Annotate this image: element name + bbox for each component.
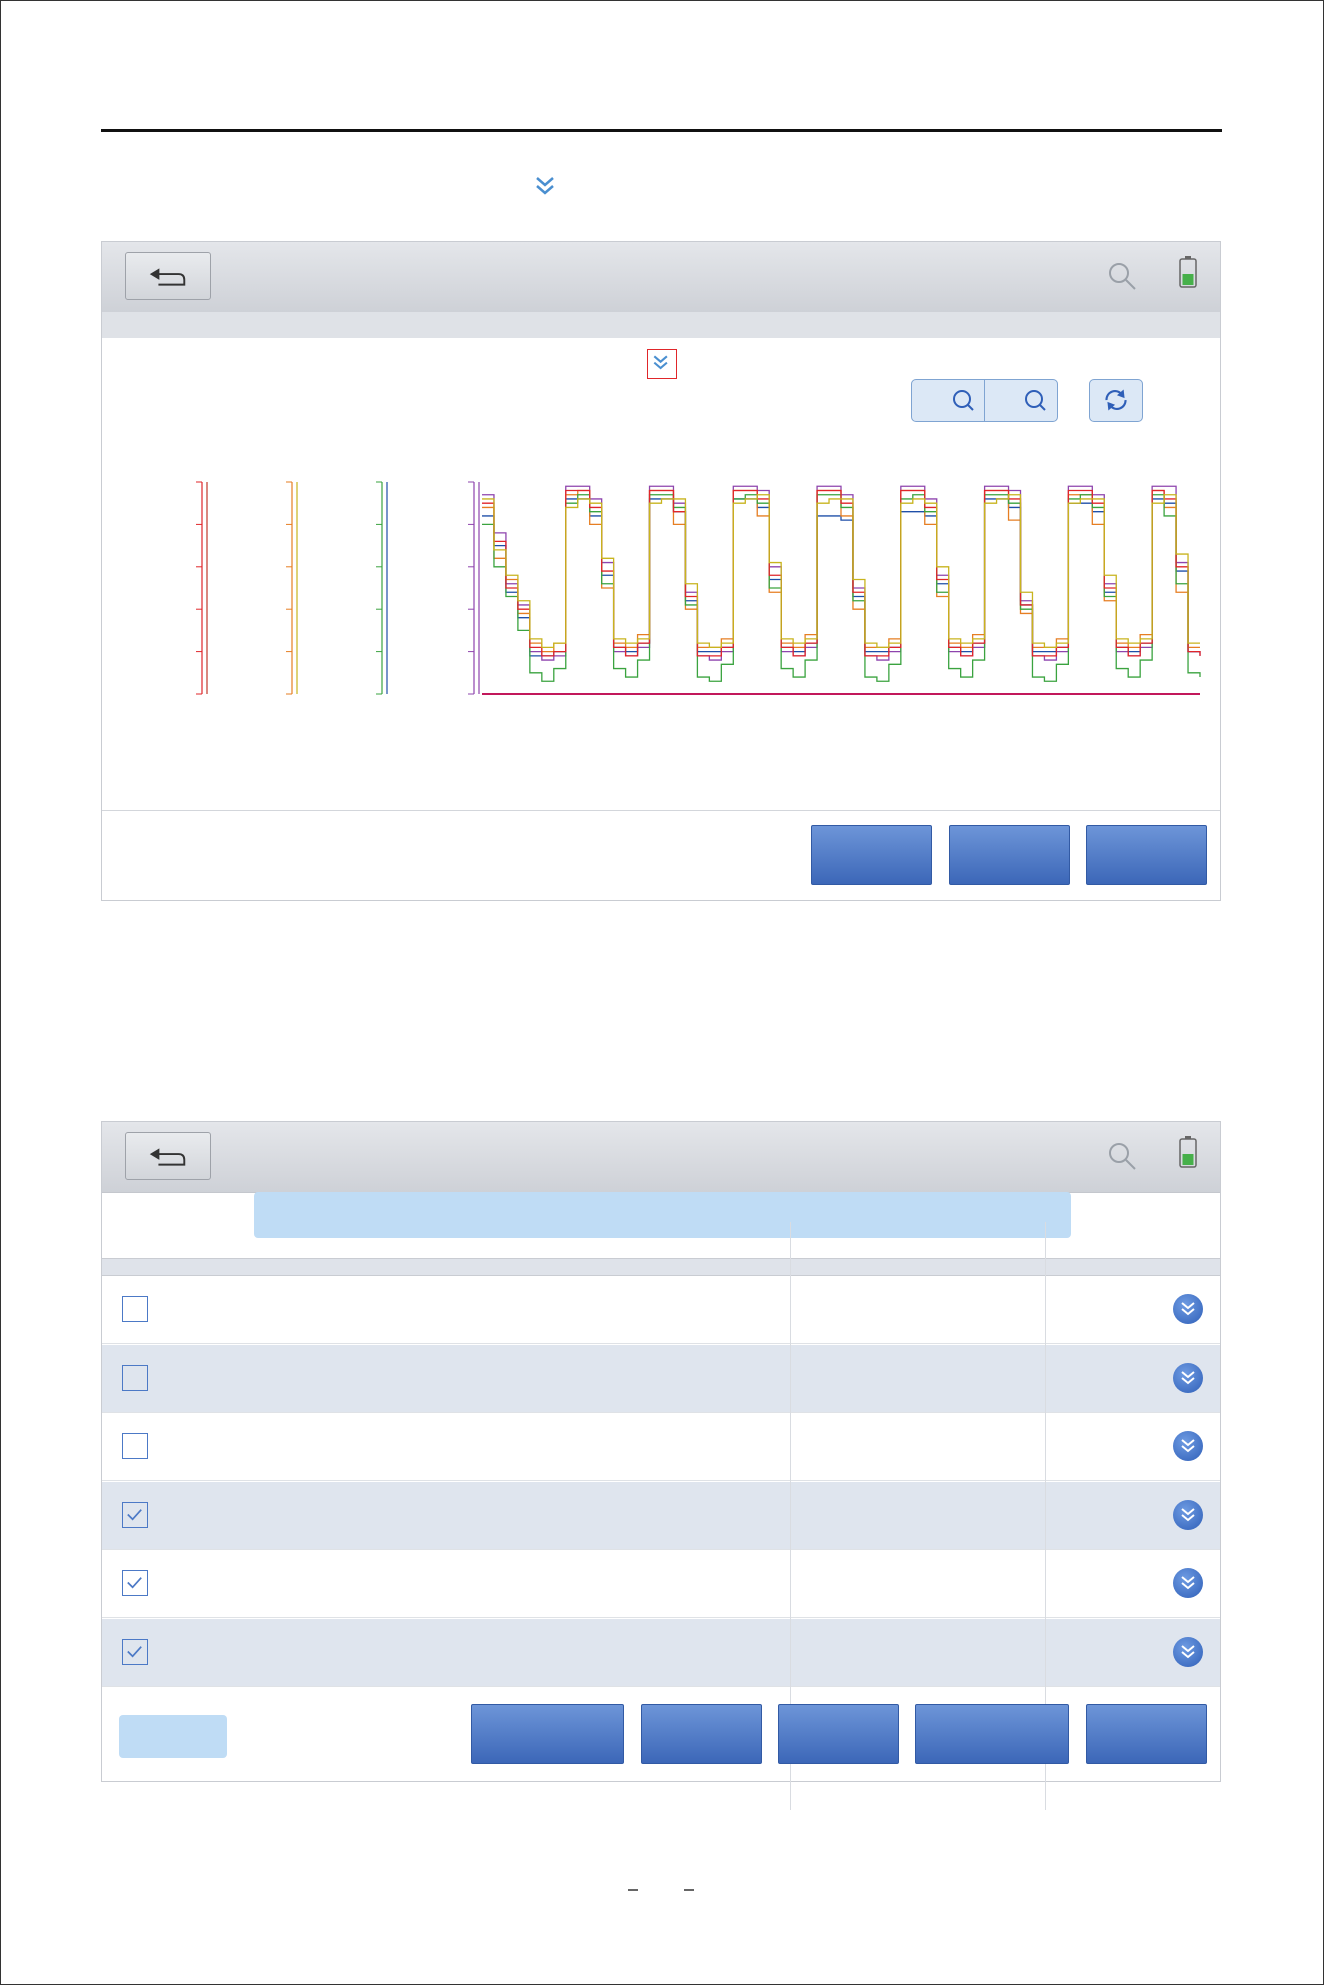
top-rule — [101, 129, 1222, 132]
row-expand-button[interactable] — [1173, 1637, 1203, 1667]
zoom-in-icon[interactable] — [912, 380, 984, 421]
back-button[interactable] — [125, 252, 211, 300]
chevron-double-down-icon — [1181, 1370, 1195, 1384]
action-button-5[interactable] — [1086, 1704, 1207, 1764]
table-subheader — [102, 1259, 1220, 1276]
battery-icon — [1179, 256, 1197, 288]
action-button-3[interactable] — [778, 1704, 899, 1764]
row-checkbox[interactable] — [122, 1501, 148, 1528]
line-chart — [196, 481, 1201, 695]
list-item[interactable] — [102, 1413, 1220, 1482]
back-arrow-icon — [149, 1148, 186, 1166]
checkmark-icon — [127, 1508, 142, 1521]
row-expand-button[interactable] — [1173, 1431, 1203, 1462]
graph-screen — [101, 241, 1221, 901]
row-checkbox[interactable] — [122, 1570, 148, 1597]
row-checkbox[interactable] — [122, 1639, 148, 1665]
row-checkbox[interactable] — [122, 1433, 148, 1460]
select-all-button[interactable] — [119, 1715, 227, 1758]
back-button[interactable] — [125, 1132, 211, 1180]
chevron-double-down-icon — [1181, 1439, 1195, 1453]
chevron-double-down-icon — [1181, 1508, 1195, 1522]
series-line — [482, 489, 1200, 653]
back-arrow-icon — [149, 268, 186, 286]
row-expand-button[interactable] — [1173, 1294, 1203, 1324]
checkmark-icon — [127, 1646, 142, 1658]
chevron-double-down-icon — [536, 177, 554, 195]
zoom-out-icon[interactable] — [985, 380, 1057, 421]
chevron-double-down-icon — [653, 355, 668, 370]
title-bar — [102, 1122, 1220, 1193]
action-button-4[interactable] — [915, 1704, 1069, 1764]
list-item[interactable] — [102, 1276, 1220, 1344]
checkmark-icon — [127, 1577, 142, 1589]
row-expand-button[interactable] — [1173, 1499, 1203, 1530]
action-button-2[interactable] — [949, 825, 1070, 885]
sub-header-bar — [102, 312, 1220, 338]
row-expand-button[interactable] — [1173, 1568, 1203, 1599]
refresh-button[interactable] — [1089, 379, 1143, 422]
list-item[interactable] — [102, 1344, 1220, 1413]
expand-toggle-button[interactable] — [647, 349, 677, 379]
action-button-2[interactable] — [641, 1704, 762, 1764]
action-button-1[interactable] — [471, 1704, 624, 1764]
action-button-1[interactable] — [811, 825, 932, 885]
footer-divider — [102, 810, 1220, 811]
row-expand-button[interactable] — [1173, 1362, 1203, 1393]
battery-icon — [1179, 1136, 1197, 1168]
search-icon[interactable] — [1107, 261, 1137, 291]
list-item[interactable] — [102, 1619, 1220, 1687]
zoom-controls — [911, 379, 1058, 422]
chevron-double-down-icon — [1181, 1645, 1195, 1659]
row-checkbox[interactable] — [122, 1296, 148, 1322]
list-screen — [101, 1121, 1221, 1810]
chevron-double-down-icon — [1181, 1302, 1195, 1316]
chevron-double-down-icon — [1181, 1576, 1195, 1590]
search-icon[interactable] — [1107, 1141, 1137, 1171]
row-checkbox[interactable] — [122, 1364, 148, 1391]
refresh-icon — [1105, 389, 1127, 411]
title-bar — [102, 242, 1220, 313]
page-number-marks — [628, 1889, 694, 1891]
list-item[interactable] — [102, 1481, 1220, 1550]
list-item[interactable] — [102, 1550, 1220, 1619]
selection-banner[interactable] — [254, 1192, 1071, 1238]
action-button-3[interactable] — [1086, 825, 1207, 885]
